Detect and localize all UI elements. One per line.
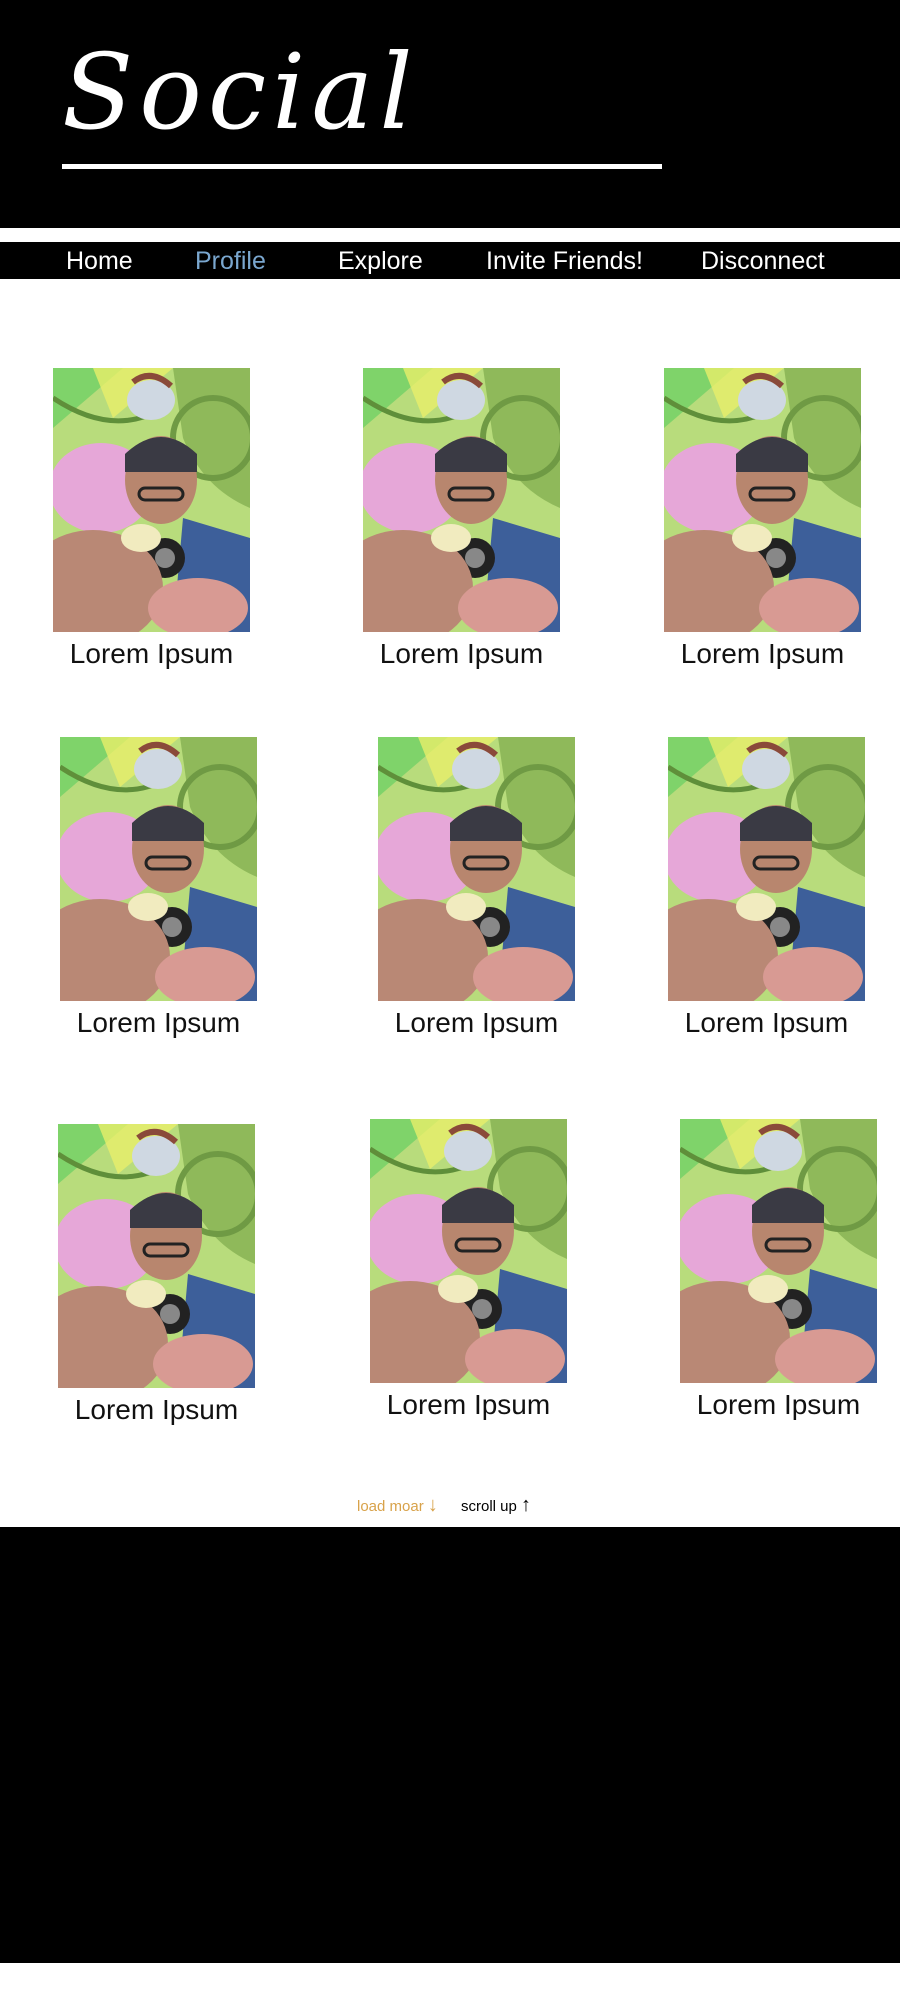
profile-photo[interactable]: [58, 1124, 255, 1388]
profile-photo[interactable]: [664, 368, 861, 632]
nav-item-home[interactable]: Home: [66, 246, 133, 276]
nav-item-profile[interactable]: Profile: [195, 246, 266, 276]
profile-photo[interactable]: [363, 368, 560, 632]
pagination-links: load moar ↓ scroll up ↑: [0, 1490, 900, 1520]
load-more-link[interactable]: load moar ↓: [357, 1494, 438, 1517]
scroll-up-link[interactable]: scroll up ↑: [461, 1494, 531, 1517]
card-label: Lorem Ipsum: [69, 638, 234, 669]
card-label: Lorem Ipsum: [386, 1389, 551, 1420]
main-nav: Home Profile Explore Invite Friends! Dis…: [0, 242, 900, 279]
profile-photo[interactable]: [378, 737, 575, 1001]
site-header: Social: [0, 0, 900, 228]
site-logo[interactable]: Social: [62, 40, 419, 144]
card-label: Lorem Ipsum: [74, 1394, 239, 1425]
nav-item-explore[interactable]: Explore: [338, 246, 423, 276]
load-more-label: load moar: [357, 1498, 424, 1515]
card-label: Lorem Ipsum: [76, 1007, 241, 1038]
scroll-up-label: scroll up: [461, 1498, 517, 1515]
profile-photo[interactable]: [668, 737, 865, 1001]
profile-photo[interactable]: [370, 1119, 567, 1383]
nav-item-invite-friends[interactable]: Invite Friends!: [486, 246, 643, 276]
arrow-down-icon: ↓: [427, 1494, 438, 1516]
card-label: Lorem Ipsum: [696, 1389, 861, 1420]
card-label: Lorem Ipsum: [379, 638, 544, 669]
card-label: Lorem Ipsum: [680, 638, 845, 669]
arrow-up-icon: ↑: [521, 1494, 532, 1516]
nav-item-disconnect[interactable]: Disconnect: [701, 246, 825, 276]
profile-photo[interactable]: [680, 1119, 877, 1383]
site-footer: [0, 1527, 900, 1963]
profile-photo[interactable]: [60, 737, 257, 1001]
card-label: Lorem Ipsum: [394, 1007, 559, 1038]
card-label: Lorem Ipsum: [684, 1007, 849, 1038]
profile-photo[interactable]: [53, 368, 250, 632]
logo-underline: [62, 164, 662, 169]
